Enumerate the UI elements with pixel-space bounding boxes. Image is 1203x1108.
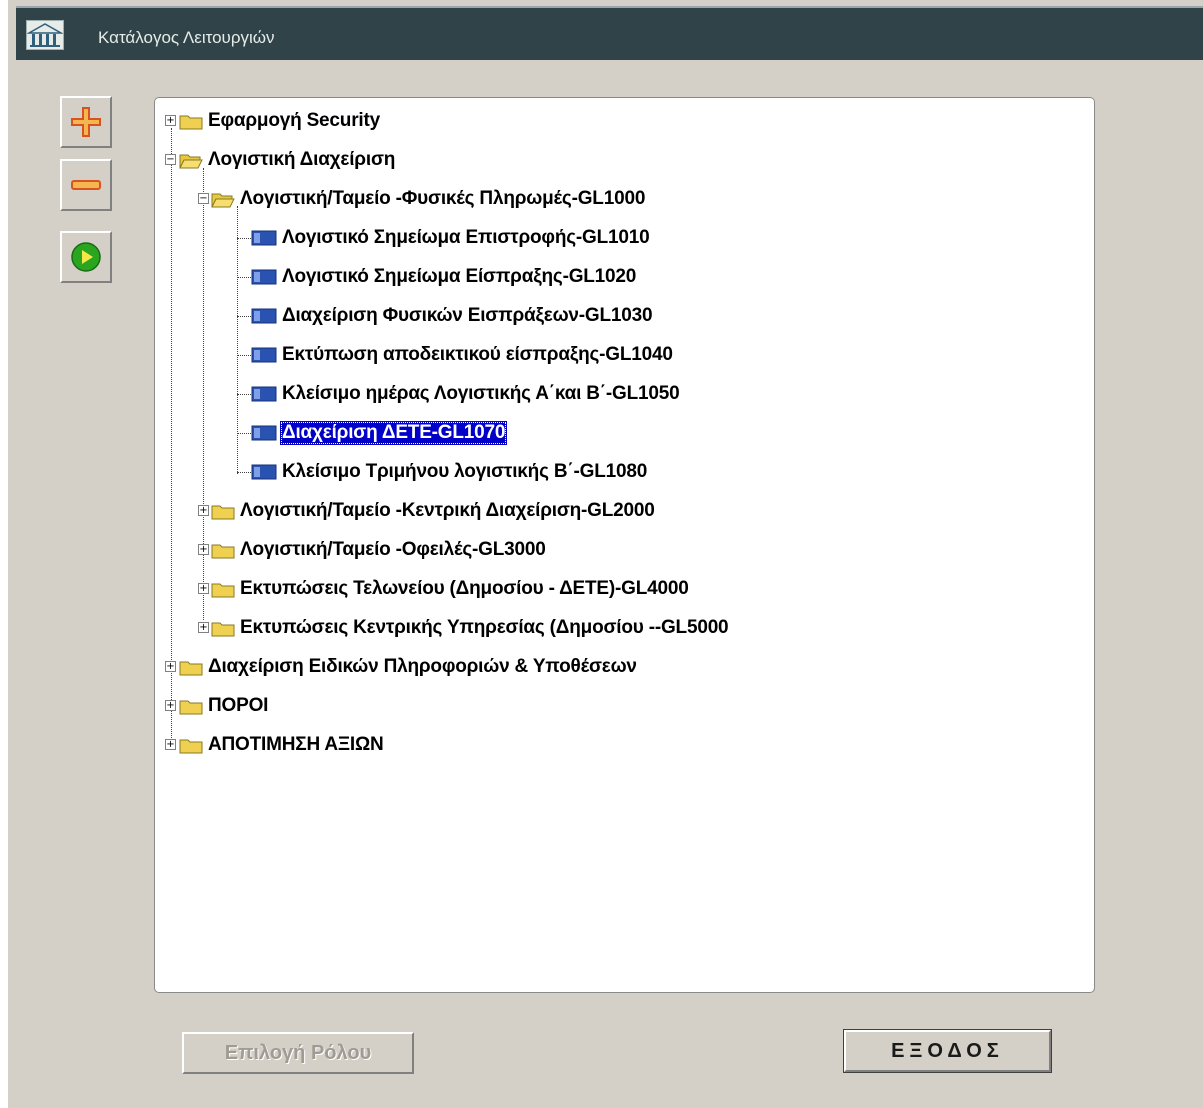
tree-node-folder[interactable]: Λογιστική/Ταμείο -Οφειλές-GL3000 bbox=[211, 535, 548, 565]
tree-expander[interactable]: − bbox=[198, 193, 209, 204]
tree-node-leaf-selected[interactable]: Διαχείριση ΔΕΤΕ-GL1070 bbox=[251, 418, 508, 448]
form-icon bbox=[251, 463, 277, 481]
tree-expander[interactable]: + bbox=[198, 544, 209, 555]
expand-button[interactable] bbox=[60, 96, 112, 148]
folder-icon bbox=[179, 698, 203, 715]
folder-icon bbox=[179, 737, 203, 754]
run-button[interactable] bbox=[60, 231, 112, 283]
folder-icon bbox=[179, 113, 203, 130]
tree-node-leaf[interactable]: Διαχείριση Φυσικών Εισπράξεων-GL1030 bbox=[251, 301, 654, 331]
tree-expander[interactable]: + bbox=[198, 583, 209, 594]
tree-expander[interactable]: + bbox=[198, 622, 209, 633]
tree-node-folder[interactable]: Διαχείριση Ειδικών Πληροφοριών & Υποθέσε… bbox=[179, 652, 639, 682]
folder-icon bbox=[211, 503, 235, 520]
minus-icon bbox=[71, 180, 101, 190]
tree-expander[interactable]: + bbox=[198, 505, 209, 516]
tree-expander[interactable]: − bbox=[165, 154, 176, 165]
tree-expander[interactable]: + bbox=[165, 739, 176, 750]
tree-node-folder[interactable]: Λογιστική/Ταμείο -Φυσικές Πληρωμές-GL100… bbox=[211, 184, 647, 214]
tree-node-leaf[interactable]: Λογιστικό Σημείωμα Επιστροφής-GL1010 bbox=[251, 223, 651, 253]
tree-expander[interactable]: + bbox=[165, 661, 176, 672]
form-icon bbox=[251, 268, 277, 286]
exit-button[interactable]: ΕΞΟΔΟΣ bbox=[843, 1029, 1052, 1073]
tree-node-leaf[interactable]: Κλείσιμο Τριμήνου λογιστικής Β΄-GL1080 bbox=[251, 457, 649, 487]
folder-icon bbox=[211, 620, 235, 637]
collapse-button[interactable] bbox=[60, 159, 112, 211]
tree-node-folder[interactable]: Εκτυπώσεις Κεντρικής Υπηρεσίας (Δημοσίου… bbox=[211, 613, 730, 643]
tree-node-folder[interactable]: ΠΟΡΟΙ bbox=[179, 691, 270, 721]
function-tree[interactable]: + Εφαρμογή Security − Λογιστική Διαχείρι… bbox=[154, 97, 1095, 993]
folder-icon bbox=[179, 659, 203, 676]
window-title: Κατάλογος Λειτουργιών bbox=[98, 28, 275, 47]
tree-node-leaf[interactable]: Κλείσιμο ημέρας Λογιστικής Α΄και Β΄-GL10… bbox=[251, 379, 681, 409]
folder-icon bbox=[211, 542, 235, 559]
form-icon bbox=[251, 229, 277, 247]
tree-node-leaf[interactable]: Εκτύπωση αποδεικτικού είσπραξης-GL1040 bbox=[251, 340, 675, 370]
open-folder-icon bbox=[211, 191, 235, 208]
tree-node-folder[interactable]: Λογιστική Διαχείριση bbox=[179, 145, 397, 175]
tree-node-leaf[interactable]: Λογιστικό Σημείωμα Είσπραξης-GL1020 bbox=[251, 262, 638, 292]
tree-node-folder[interactable]: Εκτυπώσεις Τελωνείου (Δημοσίου - ΔΕΤΕ)-G… bbox=[211, 574, 691, 604]
folder-icon bbox=[211, 581, 235, 598]
app-window: Κατάλογος Λειτουργιών + Εφαρμογή Securit… bbox=[0, 0, 1203, 1108]
play-icon bbox=[71, 242, 101, 272]
form-icon bbox=[251, 385, 277, 403]
tree-expander[interactable]: + bbox=[165, 115, 176, 126]
open-folder-icon bbox=[179, 152, 203, 169]
form-icon bbox=[251, 307, 277, 325]
tree-node-folder[interactable]: Λογιστική/Ταμείο -Κεντρική Διαχείριση-GL… bbox=[211, 496, 657, 526]
form-icon bbox=[251, 346, 277, 364]
plus-icon bbox=[71, 107, 101, 137]
tree-node-folder[interactable]: Εφαρμογή Security bbox=[179, 106, 382, 136]
title-bar: Κατάλογος Λειτουργιών bbox=[16, 6, 1203, 60]
tree-expander[interactable]: + bbox=[165, 700, 176, 711]
app-logo-icon bbox=[26, 20, 64, 50]
role-select-button[interactable]: Επιλογή Ρόλου bbox=[182, 1032, 414, 1074]
tree-node-folder[interactable]: ΑΠΟΤΙΜΗΣΗ ΑΞΙΩΝ bbox=[179, 730, 386, 760]
form-icon bbox=[251, 424, 277, 442]
